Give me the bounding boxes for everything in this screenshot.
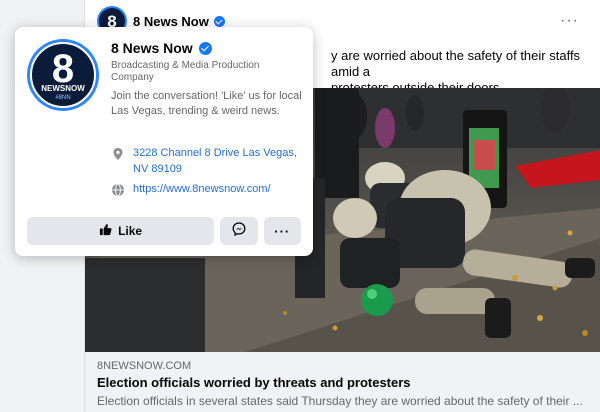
link-description: Election officials in several states sai… [97, 394, 583, 408]
like-page-button[interactable]: Like [27, 217, 215, 245]
hovercard-name-text[interactable]: 8 News Now [111, 40, 193, 56]
svg-text:NEWSNOW: NEWSNOW [41, 84, 85, 93]
verified-badge-icon [198, 41, 212, 55]
website-row[interactable]: https://www.8newsnow.com/ [111, 181, 307, 202]
page-about: Join the conversation! 'Like' us for loc… [111, 90, 302, 117]
hovercard-actions: Like ··· [27, 217, 301, 245]
8newsnow-logo: 8 NEWSNOW #8NN [30, 42, 96, 108]
link-domain: 8NEWSNOW.COM [97, 360, 192, 372]
svg-text:#8NN: #8NN [55, 95, 70, 101]
hovercard-avatar[interactable]: 8 NEWSNOW #8NN [27, 39, 99, 111]
post-more-button[interactable]: ··· [560, 12, 579, 30]
address-link[interactable]: 3228 Channel 8 Drive Las Vegas, NV 89109 [133, 145, 307, 177]
page-category: Broadcasting & Media Production Company [111, 60, 260, 83]
globe-icon [111, 183, 125, 202]
more-dots-icon: ··· [274, 223, 291, 239]
page-hovercard: 8 NEWSNOW #8NN 8 News Now Broadcasting &… [15, 27, 313, 256]
messenger-button[interactable] [220, 217, 258, 245]
website-link[interactable]: https://www.8newsnow.com/ [133, 181, 271, 197]
like-button-label: Like [118, 224, 143, 238]
messenger-icon [232, 221, 246, 241]
hovercard-more-button[interactable]: ··· [263, 217, 301, 245]
location-pin-icon [111, 147, 125, 166]
verified-badge-icon [213, 16, 225, 27]
link-title[interactable]: Election officials worried by threats an… [97, 375, 411, 390]
hovercard-page-name[interactable]: 8 News Now [111, 40, 212, 56]
address-row[interactable]: 3228 Channel 8 Drive Las Vegas, NV 89109 [111, 145, 307, 177]
thumbs-up-icon [99, 223, 112, 239]
link-preview[interactable]: 8NEWSNOW.COM Election officials worried … [85, 352, 600, 412]
